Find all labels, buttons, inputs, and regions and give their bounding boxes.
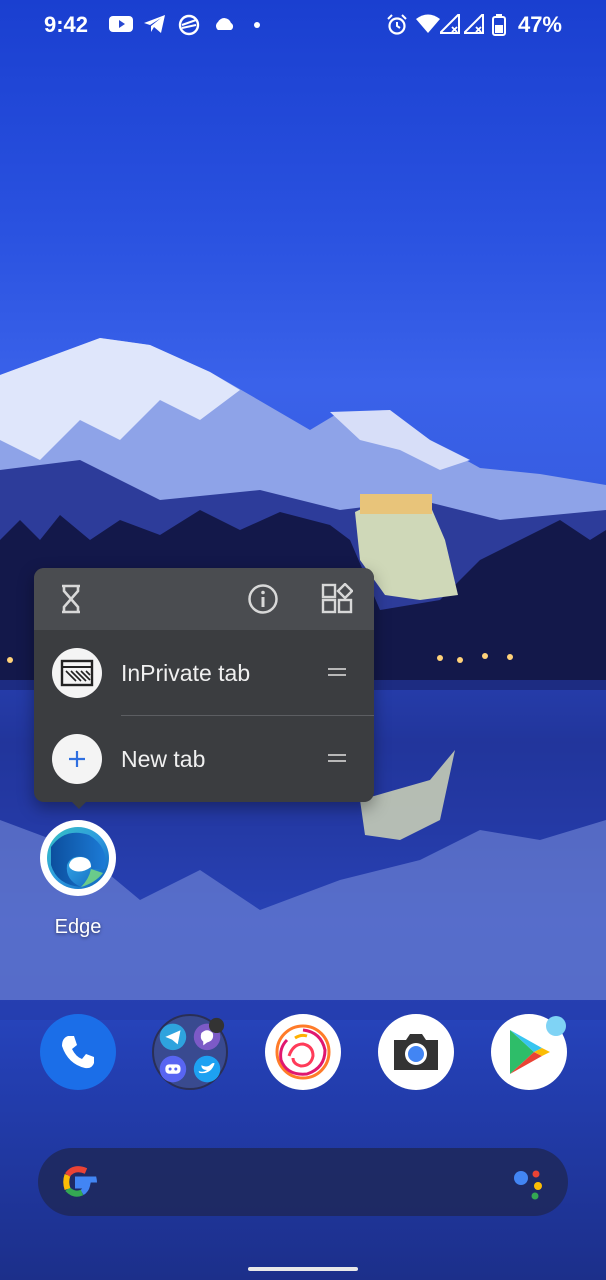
phone-app[interactable]	[40, 1014, 116, 1090]
signal-icon	[464, 14, 484, 34]
firefox-icon	[275, 1024, 331, 1080]
google-assistant-icon[interactable]	[512, 1166, 548, 1200]
social-folder[interactable]	[152, 1014, 228, 1090]
vpn-icon	[178, 14, 200, 36]
battery-percent: 47%	[517, 12, 562, 37]
social-folder-icon	[159, 1017, 225, 1083]
shortcut-label: InPrivate tab	[121, 660, 251, 686]
telegram-icon	[144, 15, 165, 33]
inprivate-icon	[52, 648, 102, 698]
play-store-icon	[510, 1030, 550, 1074]
shortcut-label: New tab	[121, 746, 206, 772]
edge-icon	[40, 820, 116, 896]
battery-icon	[492, 14, 506, 36]
camera-icon	[394, 1034, 438, 1070]
app-shortcuts-popup: InPrivate tab New tab	[34, 568, 374, 802]
google-icon	[63, 1166, 97, 1197]
edge-label: Edge	[54, 916, 102, 938]
signal-icon	[440, 14, 460, 34]
status-time: 9:42	[44, 12, 89, 37]
popup-pointer	[70, 800, 88, 809]
shortcut-inprivate-tab[interactable]: InPrivate tab	[34, 630, 374, 716]
info-icon[interactable]	[246, 582, 280, 616]
firefox-app[interactable]	[265, 1014, 341, 1090]
youtube-icon	[109, 16, 133, 32]
shortcut-new-tab[interactable]: New tab	[34, 716, 374, 802]
dot-icon	[254, 22, 260, 28]
notification-dot	[546, 1016, 566, 1036]
wifi-icon	[416, 14, 440, 33]
google-search-bar[interactable]	[38, 1148, 568, 1216]
edge-app[interactable]: Edge	[38, 820, 118, 939]
castle	[360, 494, 432, 514]
drag-handle-icon[interactable]	[328, 754, 346, 764]
status-bar: 9:42 47%	[0, 0, 606, 50]
alarm-icon	[387, 14, 407, 35]
widgets-icon[interactable]	[320, 582, 354, 616]
hourglass-icon[interactable]	[54, 582, 88, 616]
phone-icon	[62, 1036, 94, 1069]
navigation-handle[interactable]	[248, 1267, 358, 1271]
camera-app[interactable]	[378, 1014, 454, 1090]
drag-handle-icon[interactable]	[328, 668, 346, 678]
cloud-icon	[216, 18, 234, 30]
plus-icon	[52, 734, 102, 784]
